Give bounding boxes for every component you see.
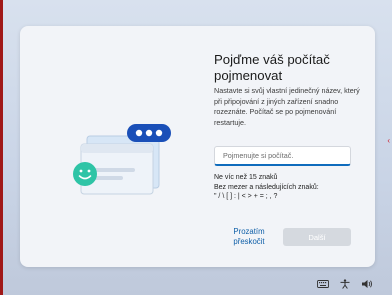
page-title: Pojďme váš počítač pojmenovat [214,52,330,83]
skip-label-line2: přeskočit [233,237,265,246]
next-button[interactable]: Další [283,228,351,246]
rule-no-spaces: Bez mezer a následujících znaků: [214,183,319,191]
edge-marker-icon: ‹ [387,136,390,145]
setup-card: Pojďme váš počítač pojmenovat Nastavte s… [20,26,375,267]
name-rules: Ne víc než 15 znaků Bez mezer a následuj… [214,173,364,202]
pc-illustration [73,124,171,195]
page-description: Nastavte si svůj vlastní jedinečný název… [214,86,360,127]
window-edge [0,0,3,295]
system-tray [307,278,373,290]
volume-icon[interactable] [361,279,373,289]
rule-forbidden-chars: " / \ [ ] : | < > + = ; , ? [214,193,278,200]
skip-button[interactable]: Prozatím přeskočit [215,227,283,247]
accessibility-icon[interactable] [339,279,351,289]
computer-name-input[interactable] [214,146,351,166]
rule-max-length: Ne víc než 15 znaků [214,174,278,181]
skip-label-line1: Prozatím [233,227,265,236]
keyboard-icon[interactable] [317,279,329,289]
